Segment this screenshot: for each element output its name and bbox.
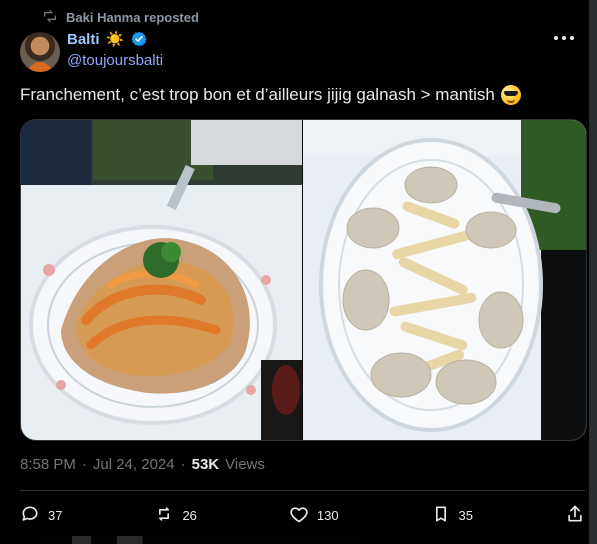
share-button[interactable]	[565, 504, 585, 527]
retweet-icon	[154, 504, 174, 527]
sunglasses-emoji-icon	[500, 85, 521, 105]
heart-icon	[289, 504, 309, 527]
scrollbar-track[interactable]	[589, 0, 597, 544]
tweet-text-body: Franchement, c’est trop bon et d’ailleur…	[20, 85, 495, 104]
tweet-actions: 37 26 130 35	[20, 500, 585, 530]
meta-separator-2: ·	[180, 456, 186, 473]
divider	[20, 490, 585, 491]
verified-badge-icon	[130, 30, 148, 48]
author-name[interactable]: Balti	[67, 31, 100, 48]
retweet-count: 26	[182, 507, 197, 523]
repost-icon	[42, 8, 58, 27]
author-handle[interactable]: @toujoursbalti	[67, 52, 163, 69]
tweet-date[interactable]: Jul 24, 2024	[93, 456, 175, 473]
tweet-media[interactable]	[20, 119, 587, 441]
bookmark-button[interactable]: 35	[431, 504, 473, 527]
repost-label: Baki Hanma reposted	[66, 9, 199, 25]
repost-context[interactable]: Baki Hanma reposted	[42, 8, 199, 26]
bookmark-count: 35	[458, 507, 474, 523]
sun-emoji: ☀️	[105, 30, 125, 48]
avatar[interactable]	[20, 32, 60, 72]
like-count: 130	[316, 507, 339, 523]
reply-icon	[20, 504, 40, 527]
share-icon	[565, 504, 585, 527]
views-count: 53K	[191, 456, 220, 473]
top-strip	[0, 0, 597, 6]
views-label: Views	[225, 456, 265, 473]
reply-button[interactable]: 37	[20, 504, 62, 527]
tweet-text: Franchement, c’est trop bon et d’ailleur…	[20, 85, 521, 105]
author-name-row[interactable]: Balti ☀️	[67, 30, 148, 48]
reply-count: 37	[48, 507, 63, 523]
like-button[interactable]: 130	[289, 504, 339, 527]
bookmark-icon	[431, 504, 451, 527]
retweet-button[interactable]: 26	[154, 504, 197, 527]
tweet-time[interactable]: 8:58 PM	[20, 456, 76, 473]
food-photos[interactable]	[21, 120, 586, 440]
more-horizontal-icon[interactable]	[551, 28, 577, 48]
next-post-peek	[20, 536, 585, 544]
tweet-meta: 8:58 PM · Jul 24, 2024 · 53K Views	[20, 456, 265, 473]
meta-separator: ·	[81, 456, 87, 473]
